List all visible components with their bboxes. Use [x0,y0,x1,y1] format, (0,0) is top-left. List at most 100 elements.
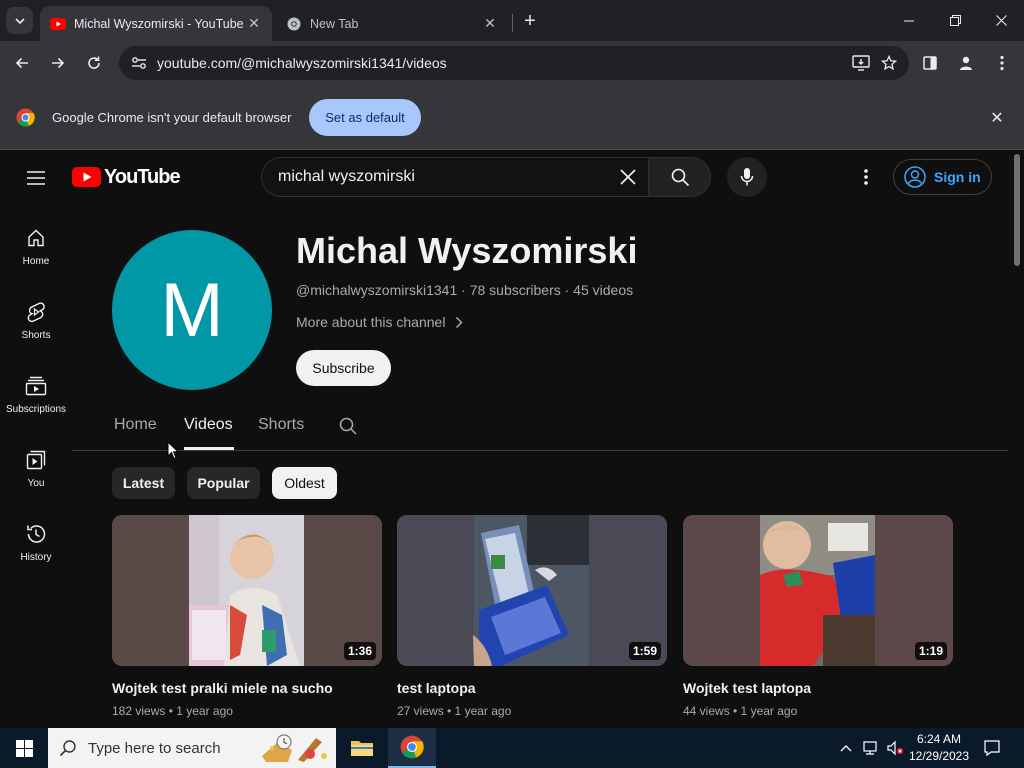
video-meta: 27 views • 1 year ago [397,704,512,718]
settings-menu-button[interactable] [852,163,880,191]
tab-home[interactable]: Home [114,416,157,434]
video-card[interactable]: 1:36 Wojtek test pralki miele na sucho 1… [112,515,382,718]
video-duration: 1:59 [628,642,661,660]
tab-youtube[interactable]: Michal Wyszomirski - YouTube ✕ [40,6,272,41]
set-as-default-button[interactable]: Set as default [309,99,421,136]
reload-button[interactable] [80,49,108,77]
channel-avatar-letter: M [160,267,224,353]
sign-in-button[interactable]: Sign in [893,159,992,195]
address-bar[interactable]: youtube.com/@michalwyszomirski1341/video… [119,46,909,80]
taskbar-chrome[interactable] [388,728,436,768]
forward-button[interactable] [44,49,72,77]
video-thumbnail-image [397,515,667,666]
history-icon [24,522,48,546]
taskbar-search-box[interactable]: Type here to search [48,728,336,768]
guide-item-label: Subscriptions [5,404,67,415]
chrome-menu-button[interactable] [988,49,1016,77]
install-app-icon[interactable] [847,49,875,77]
channel-meta: @michalwyszomirski1341 · 78 subscribers … [296,282,634,298]
video-thumbnail[interactable]: 1:59 [397,515,667,666]
tab-videos[interactable]: Videos [184,416,233,434]
more-about-channel-link[interactable]: More about this channel [296,314,467,330]
youtube-masthead: YouTube michal wyszomirski Sign in [0,150,1010,206]
show-hidden-icons-button[interactable] [836,728,856,768]
youtube-logo[interactable]: YouTube [72,166,181,188]
network-status-button[interactable] [860,728,882,768]
taskbar-file-explorer[interactable] [338,728,386,768]
tab-title: Michal Wyszomirski - YouTube [74,16,244,31]
search-query: michal wyszomirski [278,168,415,185]
profile-icon [960,56,972,70]
channel-search-icon[interactable] [338,416,360,438]
voice-search-button[interactable] [727,157,767,197]
home-icon [24,226,48,250]
tab-separator [512,14,513,32]
search-input[interactable]: michal wyszomirski [261,157,648,197]
new-tab-button[interactable]: + [518,9,542,33]
volume-button[interactable] [884,728,906,768]
video-duration: 1:36 [343,642,376,660]
tab-new-tab[interactable]: New Tab ✕ [276,6,508,41]
scrollbar-thumb[interactable] [1014,154,1020,266]
restore-icon [949,15,961,26]
back-button[interactable] [8,49,36,77]
guide-item-shorts[interactable]: Shorts [0,288,72,348]
volume-muted-icon [887,740,904,756]
side-panel-button[interactable] [916,49,944,77]
browser-toolbar: youtube.com/@michalwyszomirski1341/video… [0,41,1024,85]
video-title[interactable]: Wojtek test laptopa [683,680,953,696]
chip-popular[interactable]: Popular [187,467,260,499]
minimize-button[interactable] [886,0,932,41]
clear-search-icon[interactable] [610,159,646,195]
start-button[interactable] [0,728,48,768]
channel-avatar[interactable]: M [112,230,272,390]
video-meta: 44 views • 1 year ago [683,704,798,718]
side-panel-icon [923,56,937,70]
clock-date: 12/29/2023 [908,749,970,763]
guide-item-history[interactable]: History [0,510,72,570]
windows-taskbar: Type here to search 6:24 AM 12/29/2023 [0,728,1024,768]
close-tab-icon[interactable]: ✕ [482,15,498,32]
guide-item-home[interactable]: Home [0,214,72,274]
tab-search-button[interactable] [6,7,33,34]
kebab-menu-icon [1000,55,1004,71]
chrome-logo-icon [400,735,424,759]
video-title[interactable]: test laptopa [397,680,667,696]
sign-in-label: Sign in [934,169,981,185]
tab-shorts[interactable]: Shorts [258,416,304,434]
video-thumbnail[interactable]: 1:36 [112,515,382,666]
chip-latest[interactable]: Latest [112,467,175,499]
chip-oldest[interactable]: Oldest [272,467,337,499]
notification-icon [984,740,1000,757]
search-button[interactable] [648,157,711,197]
bookmark-star-icon[interactable] [875,49,903,77]
infobar-close-icon[interactable]: ✕ [986,107,1008,129]
taskbar-search-placeholder: Type here to search [88,739,221,757]
kebab-menu-icon [864,169,868,185]
taskbar-clock[interactable]: 6:24 AM 12/29/2023 [908,731,970,765]
video-title[interactable]: Wojtek test pralki miele na sucho [112,680,382,696]
guide-item-subscriptions[interactable]: Subscriptions [0,362,72,422]
page-scrollbar[interactable] [1010,150,1024,728]
close-tab-icon[interactable]: ✕ [246,15,262,32]
forward-arrow-icon [52,57,65,69]
url-text: youtube.com/@michalwyszomirski1341/video… [157,55,447,71]
guide-menu-button[interactable] [22,164,50,192]
selected-tab-indicator [184,447,234,450]
guide-item-you[interactable]: You [0,436,72,496]
minimize-icon [904,20,914,21]
restore-button[interactable] [932,0,978,41]
action-center-button[interactable] [980,728,1004,768]
site-info-icon[interactable] [125,49,153,77]
close-window-button[interactable] [978,0,1024,41]
chevron-down-icon [14,17,25,24]
windows-logo-icon [15,739,33,757]
search-icon [48,739,88,757]
video-card[interactable]: 1:19 Wojtek test laptopa 44 views • 1 ye… [683,515,953,718]
video-card[interactable]: 1:59 test laptopa 27 views • 1 year ago [397,515,667,718]
network-icon [863,741,877,755]
video-thumbnail[interactable]: 1:19 [683,515,953,666]
profile-button[interactable] [952,49,980,77]
subscribe-button[interactable]: Subscribe [296,350,391,386]
channel-name: Michal Wyszomirski [296,230,638,271]
